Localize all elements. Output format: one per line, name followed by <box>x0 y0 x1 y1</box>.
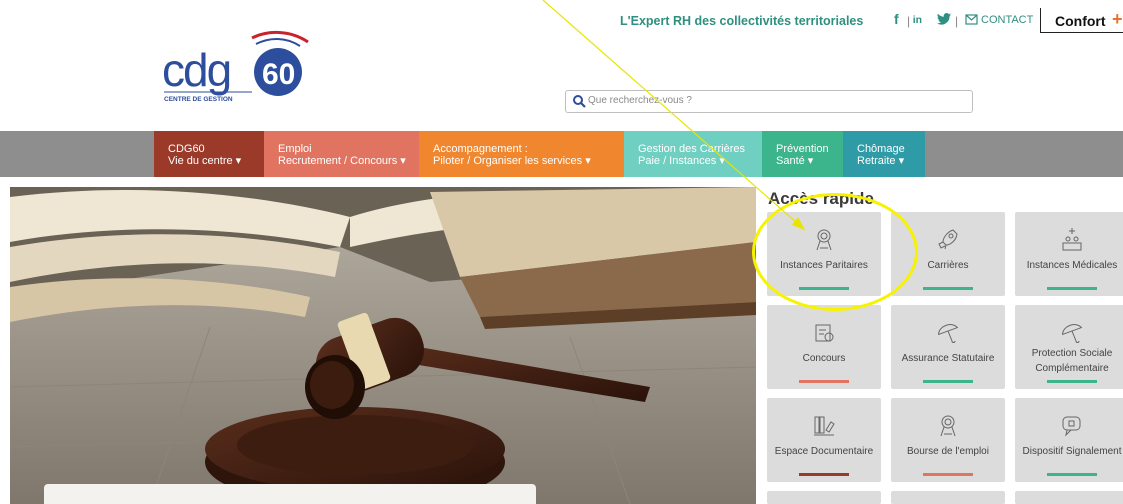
quick-tile-partial[interactable] <box>1015 491 1123 504</box>
nav-item-subtitle: Piloter / Organiser les services ▾ <box>433 155 591 167</box>
quick-tile-assurance-statutaire[interactable]: Assurance Statutaire <box>891 305 1005 389</box>
quick-tile-bourse-emploi[interactable]: Bourse de l'emploi <box>891 398 1005 482</box>
logo-subtitle: CENTRE DE GESTION <box>164 96 233 103</box>
quick-tile-label: Protection Sociale <box>1031 348 1113 359</box>
quick-tile-label-line2: Complémentaire <box>1035 363 1109 374</box>
svg-text:in: in <box>913 15 922 26</box>
ribbon-award-icon <box>940 415 956 437</box>
search-placeholder: Que recherchez-vous ? <box>588 95 692 106</box>
linkedin-icon[interactable]: in <box>912 11 928 27</box>
library-icon <box>814 416 835 436</box>
quick-tile-concours[interactable]: Concours <box>767 305 881 389</box>
twitter-icon[interactable] <box>936 11 952 27</box>
confort-label: Confort <box>1055 13 1106 29</box>
diploma-icon <box>815 324 834 342</box>
quick-tile-partial[interactable] <box>891 491 1005 504</box>
nav-item-title: Emploi <box>278 143 312 155</box>
quick-tile-protection-sociale[interactable]: Protection Sociale Complémentaire <box>1015 305 1123 389</box>
quick-tile-label: Instances Médicales <box>1026 260 1118 271</box>
search-input[interactable]: Que recherchez-vous ? <box>565 90 973 113</box>
highlight-circle-annotation <box>752 193 918 311</box>
tile-accent-bar <box>923 473 973 476</box>
nav-item-subtitle: Retraite ▾ <box>857 155 905 167</box>
search-icon[interactable] <box>572 94 586 108</box>
separator: | <box>955 14 959 28</box>
nav-item-prevention[interactable]: Prévention Santé ▾ <box>762 131 843 177</box>
tile-accent-bar <box>1047 380 1097 383</box>
hero-banner-image <box>10 187 756 504</box>
nav-item-subtitle: Paie / Instances ▾ <box>638 155 725 167</box>
nav-item-emploi[interactable]: Emploi Recrutement / Concours ▾ <box>264 131 419 177</box>
tile-accent-bar <box>923 380 973 383</box>
plus-icon: + <box>1112 9 1123 29</box>
separator: | <box>907 14 911 28</box>
quick-tile-dispositif-signalement[interactable]: Dispositif Signalement <box>1015 398 1123 482</box>
contact-link[interactable]: CONTACT <box>981 14 1033 26</box>
logo-number: 60 <box>262 58 295 91</box>
nav-item-title: CDG60 <box>168 143 205 155</box>
tile-accent-bar <box>1047 287 1097 290</box>
nav-item-subtitle: Recrutement / Concours ▾ <box>278 155 406 167</box>
tile-accent-bar <box>923 287 973 290</box>
nav-item-gestion-carrieres[interactable]: Gestion des Carrières Paie / Instances ▾ <box>624 131 762 177</box>
umbrella-icon <box>938 324 959 343</box>
tile-accent-bar <box>799 380 849 383</box>
quick-tile-partial[interactable] <box>767 491 881 504</box>
tile-accent-bar <box>799 473 849 476</box>
quick-tile-label: Espace Documentaire <box>774 446 874 457</box>
tile-accent-bar <box>1047 473 1097 476</box>
quick-tile-label: Concours <box>802 353 846 364</box>
quick-tile-label: Dispositif Signalement <box>1022 446 1122 457</box>
svg-text:f: f <box>894 11 899 27</box>
quick-tile-label: Bourse de l'emploi <box>907 446 989 457</box>
umbrella-icon <box>1062 324 1083 343</box>
logo-brand-text: cdg <box>162 44 230 96</box>
nav-item-subtitle: Santé ▾ <box>776 155 814 167</box>
facebook-icon[interactable]: f <box>890 11 906 27</box>
nav-item-subtitle: Vie du centre ▾ <box>168 155 242 167</box>
nav-item-title: Prévention <box>776 143 829 155</box>
nav-item-chomage[interactable]: Chômage Retraite ▾ <box>843 131 925 177</box>
quick-tile-espace-documentaire[interactable]: Espace Documentaire <box>767 398 881 482</box>
nav-item-accompagnement[interactable]: Accompagnement : Piloter / Organiser les… <box>419 131 624 177</box>
mail-icon[interactable] <box>965 14 978 25</box>
gavel-books-illustration <box>10 187 756 504</box>
confort-button[interactable]: Confort + <box>1040 8 1123 33</box>
hero-caption-card <box>44 484 536 504</box>
nav-item-cdg60[interactable]: CDG60 Vie du centre ▾ <box>154 131 264 177</box>
site-tagline: L'Expert RH des collectivités territoria… <box>620 14 864 28</box>
quick-tile-instances-medicales[interactable]: Instances Médicales <box>1015 212 1123 296</box>
main-navigation: CDG60 Vie du centre ▾ Emploi Recrutement… <box>0 131 1123 177</box>
cdg60-logo[interactable]: cdg 60 CENTRE DE GESTION <box>160 28 310 108</box>
nav-item-title: Chômage <box>857 143 905 155</box>
rocket-icon <box>938 229 958 250</box>
nav-item-title: Accompagnement : <box>433 143 528 155</box>
medical-panel-icon <box>1062 228 1082 251</box>
quick-tile-label: Assurance Statutaire <box>901 353 995 364</box>
chat-alert-icon <box>1062 416 1081 437</box>
nav-item-title: Gestion des Carrières <box>638 143 745 155</box>
